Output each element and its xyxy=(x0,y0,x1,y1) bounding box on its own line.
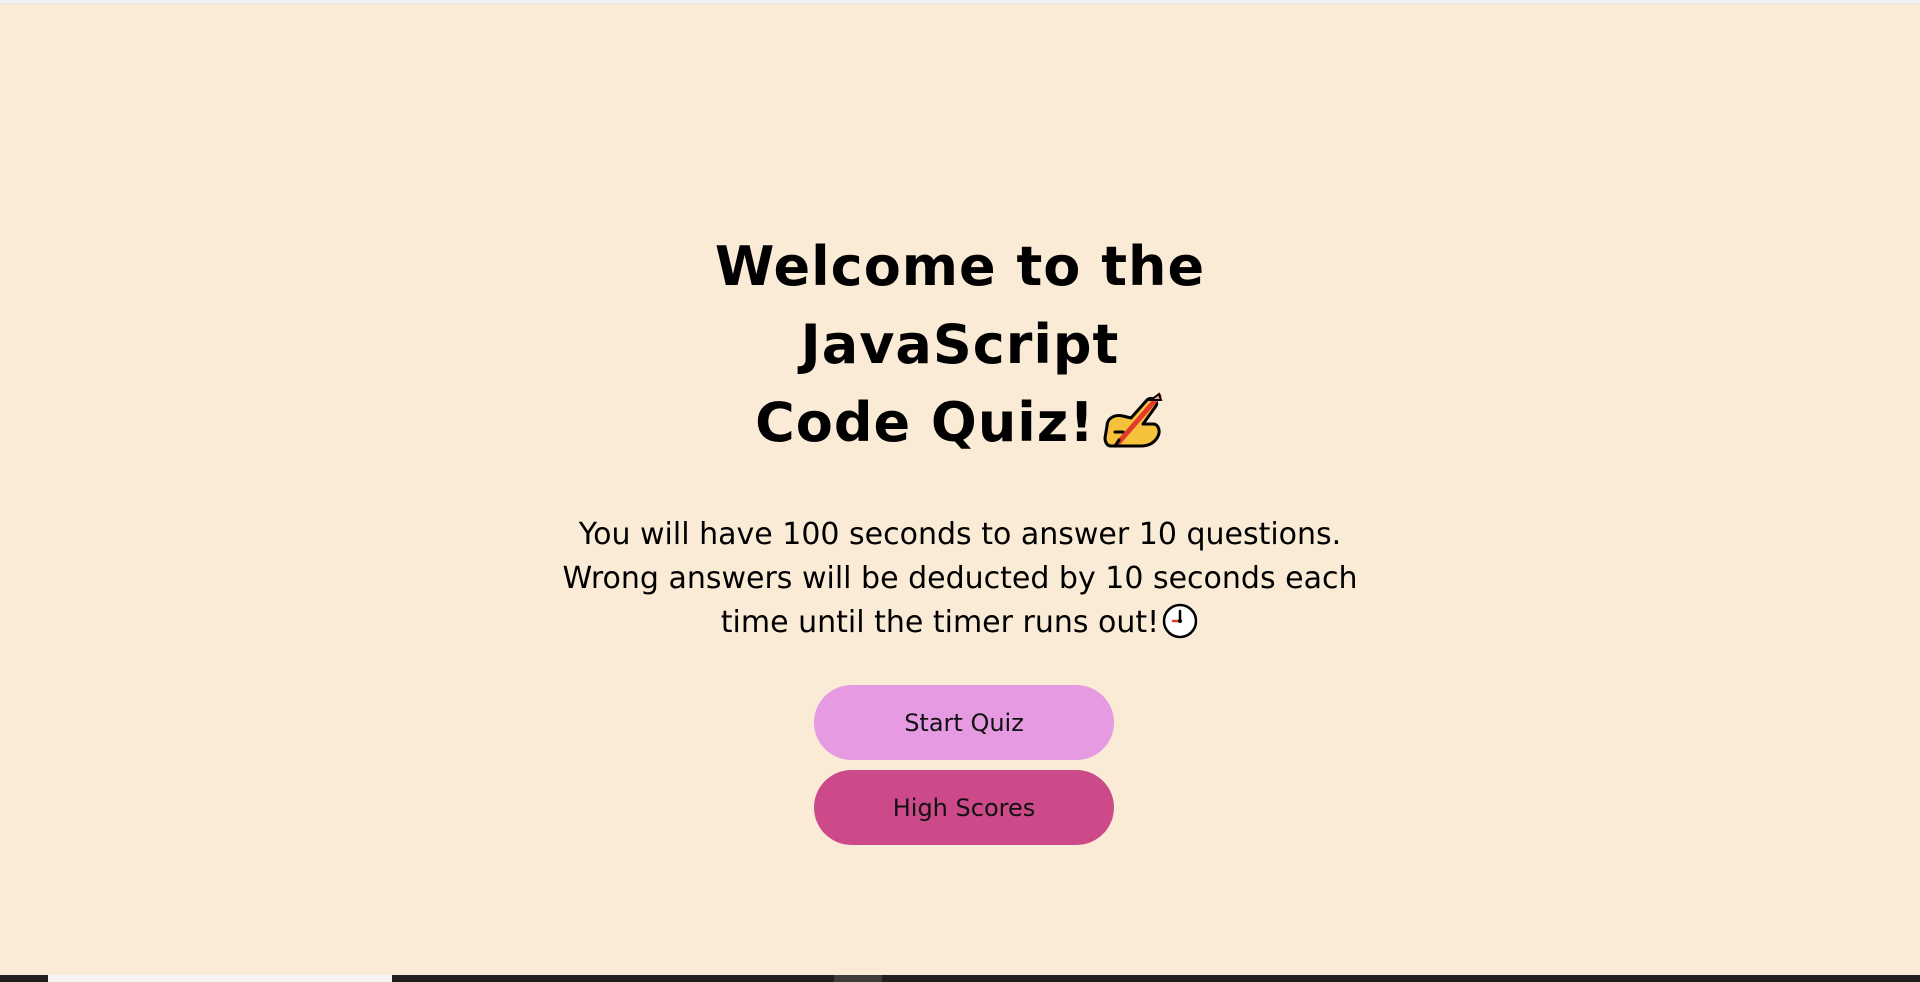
instructions-text: You will have 100 seconds to answer 10 q… xyxy=(562,517,1358,640)
taskbar-active-app[interactable] xyxy=(834,975,882,982)
quiz-instructions: You will have 100 seconds to answer 10 q… xyxy=(560,513,1360,645)
page-title: Welcome to the JavaScript Code Quiz! xyxy=(580,228,1340,462)
clock-icon xyxy=(1161,602,1199,640)
start-quiz-button[interactable]: Start Quiz xyxy=(814,685,1114,760)
os-taskbar xyxy=(0,975,1920,982)
start-screen: Welcome to the JavaScript Code Quiz! You… xyxy=(0,228,1920,845)
quiz-start-page: Welcome to the JavaScript Code Quiz! You… xyxy=(0,4,1920,975)
taskbar-search-box[interactable] xyxy=(48,975,392,982)
high-scores-button[interactable]: High Scores xyxy=(814,770,1114,845)
title-line-1: Welcome to the JavaScript xyxy=(714,235,1206,376)
writing-hand-icon xyxy=(1101,390,1165,450)
title-line-2: Code Quiz! xyxy=(755,391,1095,454)
